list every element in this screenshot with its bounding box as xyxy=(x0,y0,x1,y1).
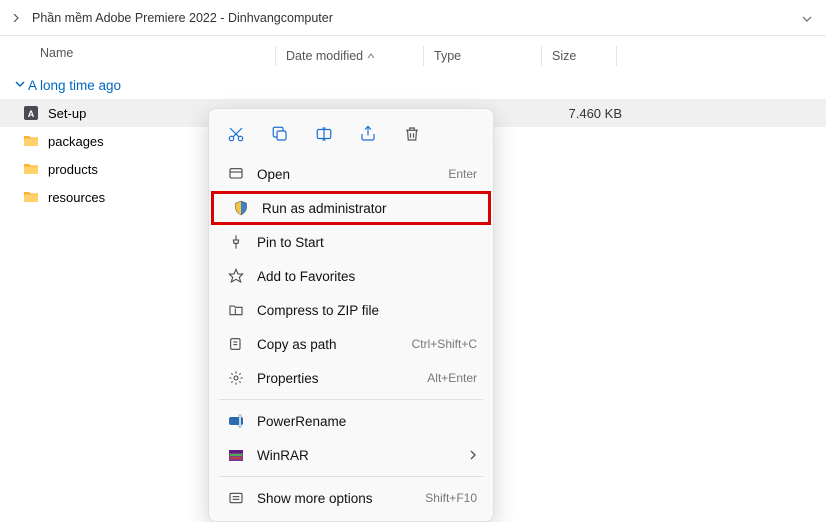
menu-winrar[interactable]: WinRAR xyxy=(209,438,493,472)
col-size[interactable]: Size xyxy=(541,46,616,66)
shield-icon xyxy=(230,200,252,216)
menu-run-administrator[interactable]: Run as administrator xyxy=(211,191,491,225)
folder-icon xyxy=(22,132,40,150)
file-size: 7.460 KB xyxy=(550,106,622,121)
winrar-icon xyxy=(225,447,247,463)
menu-show-more[interactable]: Show more options Shift+F10 xyxy=(209,481,493,515)
powerrename-icon xyxy=(225,413,247,429)
more-icon xyxy=(225,490,247,506)
separator xyxy=(219,476,483,477)
menu-powerrename[interactable]: PowerRename xyxy=(209,404,493,438)
context-menu: Open Enter Run as administrator Pin to S… xyxy=(208,108,494,522)
cut-icon[interactable] xyxy=(223,121,249,147)
copy-icon[interactable] xyxy=(267,121,293,147)
separator xyxy=(219,399,483,400)
menu-compress-zip[interactable]: Compress to ZIP file xyxy=(209,293,493,327)
group-label: A long time ago xyxy=(28,78,121,93)
menu-open[interactable]: Open Enter xyxy=(209,157,493,191)
folder-icon xyxy=(22,188,40,206)
chevron-down-icon xyxy=(14,78,26,93)
menu-copy-path[interactable]: Copy as path Ctrl+Shift+C xyxy=(209,327,493,361)
delete-icon[interactable] xyxy=(399,121,425,147)
col-date[interactable]: Date modified xyxy=(275,46,423,66)
menu-properties[interactable]: Properties Alt+Enter xyxy=(209,361,493,395)
chevron-right-icon[interactable] xyxy=(12,10,22,25)
svg-text:A: A xyxy=(28,109,35,119)
folder-icon xyxy=(22,160,40,178)
context-toolbar xyxy=(209,115,493,157)
col-name[interactable]: Name xyxy=(40,46,275,66)
col-type[interactable]: Type xyxy=(423,46,541,66)
column-headers: Name Date modified Type Size xyxy=(0,36,826,74)
menu-pin-start[interactable]: Pin to Start xyxy=(209,225,493,259)
chevron-right-icon xyxy=(469,447,477,463)
open-icon xyxy=(225,166,247,182)
copy-path-icon xyxy=(225,336,247,352)
group-header[interactable]: A long time ago xyxy=(0,74,826,99)
share-icon[interactable] xyxy=(355,121,381,147)
menu-add-favorites[interactable]: Add to Favorites xyxy=(209,259,493,293)
chevron-down-icon[interactable] xyxy=(802,10,814,25)
app-icon: A xyxy=(22,104,40,122)
zip-icon xyxy=(225,302,247,318)
properties-icon xyxy=(225,370,247,386)
folder-title[interactable]: Phần mềm Adobe Premiere 2022 - Dinhvangc… xyxy=(32,11,802,25)
breadcrumb-bar: Phần mềm Adobe Premiere 2022 - Dinhvangc… xyxy=(0,0,826,36)
pin-icon xyxy=(225,234,247,250)
rename-icon[interactable] xyxy=(311,121,337,147)
star-icon xyxy=(225,268,247,284)
